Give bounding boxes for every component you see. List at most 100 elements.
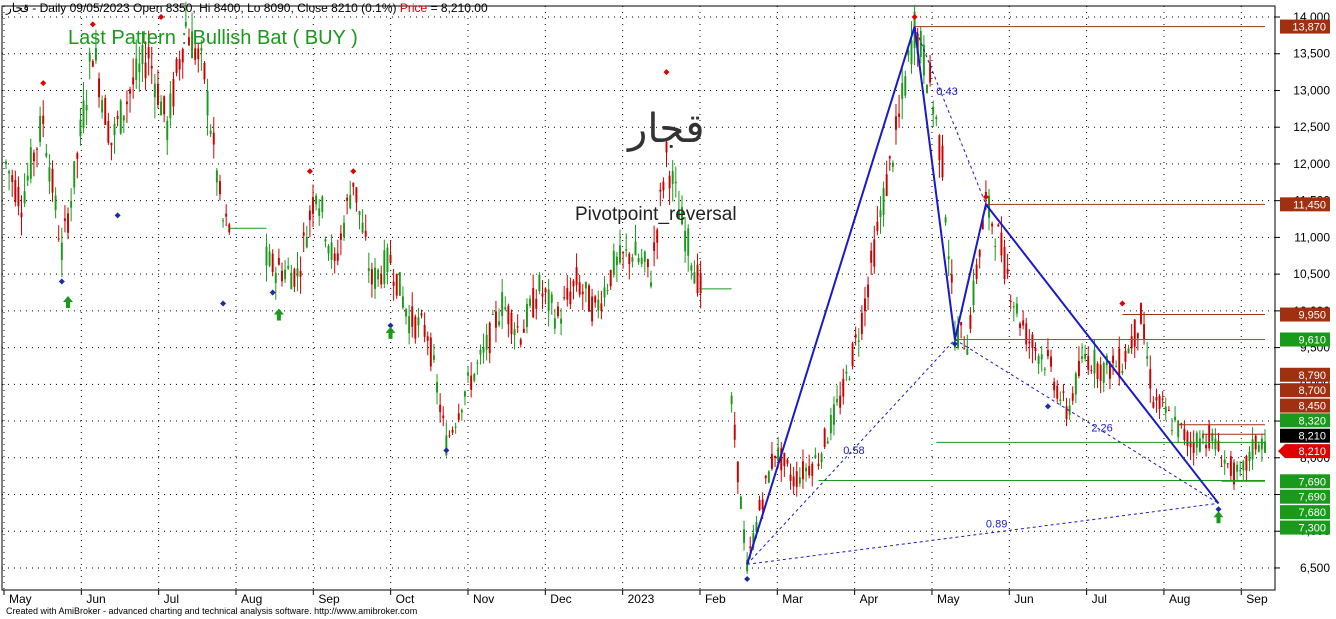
candle-body [172, 79, 175, 107]
candle-body [1223, 459, 1226, 464]
candle-body [498, 321, 501, 326]
candle-body [777, 447, 780, 462]
candle-body [795, 471, 798, 487]
candle-body [398, 272, 401, 296]
candle-body [110, 142, 113, 146]
candle-body [845, 371, 848, 374]
candle-body [1192, 442, 1195, 453]
price-label-text: 7,300 [1298, 523, 1326, 535]
candle-body [581, 291, 584, 295]
candle-body [1174, 416, 1177, 421]
candle-body [622, 252, 625, 254]
candle-body [299, 270, 302, 277]
candle-body [163, 96, 166, 115]
price-label-text: 9,610 [1298, 335, 1326, 347]
candle-body [1260, 438, 1263, 450]
candle-body [420, 313, 423, 316]
candle-body [1115, 366, 1118, 368]
price-label-text: 8,450 [1298, 401, 1326, 413]
candle-body [333, 253, 336, 261]
candle-body [138, 63, 141, 73]
candle-body [312, 197, 314, 214]
candle-body [972, 280, 975, 306]
candle-body [274, 272, 277, 284]
candle-body [690, 265, 693, 271]
candle-body [1118, 348, 1121, 378]
symbol-watermark: قجار [628, 106, 705, 152]
candle-body [1130, 336, 1133, 349]
candle-body [370, 269, 373, 285]
candle-body [1093, 349, 1096, 374]
candle-body [1198, 438, 1201, 452]
candle-body [36, 148, 38, 150]
candle-body [699, 272, 702, 294]
candle-body [758, 500, 761, 511]
candle-body [113, 123, 116, 136]
candle-body [628, 253, 631, 265]
candle-body [361, 222, 364, 233]
stock-chart[interactable]: 6,5007,0007,5008,0008,5009,0009,50010,00… [0, 0, 1336, 619]
candle-body [597, 299, 600, 311]
candle-body [1096, 363, 1099, 379]
candle-body [206, 90, 209, 116]
candle-body [814, 455, 817, 459]
candle-body [504, 307, 507, 310]
candle-body [1025, 323, 1028, 345]
candle-body [1084, 354, 1087, 359]
candle-body [448, 435, 451, 437]
candle-body [302, 232, 305, 236]
candle-body [1226, 463, 1229, 465]
candle-body [901, 83, 904, 99]
candle-body [801, 461, 804, 480]
candle-body [609, 270, 612, 287]
candle-body [281, 270, 283, 282]
candle-body [414, 316, 417, 339]
candle-body [770, 453, 773, 469]
price-label-text: 7,690 [1298, 476, 1326, 488]
candle-body [54, 195, 57, 211]
candle-body [1208, 424, 1211, 449]
candle-body [330, 242, 333, 260]
price-label-text: 8,210 [1298, 446, 1326, 458]
candle-body [290, 272, 293, 290]
candle-body [767, 471, 770, 483]
candle-body [1133, 319, 1136, 347]
candle-body [860, 312, 863, 335]
candle-body [1087, 355, 1090, 370]
candle-body [1248, 451, 1251, 462]
candle-body [1143, 324, 1146, 340]
candle-body [26, 175, 29, 181]
candle-body [194, 48, 197, 60]
candle-body [615, 256, 618, 266]
candle-body [805, 467, 808, 472]
candle-body [63, 218, 66, 221]
candle-body [798, 477, 801, 484]
x-month-label: Sep [1246, 592, 1268, 606]
candle-body [1127, 348, 1130, 354]
candle-body [879, 210, 882, 217]
candle-body [79, 119, 82, 137]
candle-body [491, 313, 494, 315]
candle-body [1081, 356, 1084, 359]
price-label-text: 8,320 [1298, 415, 1326, 427]
candle-body [603, 287, 606, 298]
candle-body [439, 404, 442, 413]
candle-body [215, 170, 218, 183]
price-label-text: 9,950 [1298, 310, 1326, 322]
candle-body [947, 256, 950, 260]
candle-body [817, 463, 820, 467]
candle-body [848, 378, 851, 380]
candle-body [895, 116, 897, 130]
candle-body [935, 117, 938, 120]
x-month-label: Jun [1014, 592, 1033, 606]
candle-body [166, 120, 169, 140]
ohlc-info: - Daily 09/05/2023 Open 8350, Hi 8400, L… [32, 1, 397, 15]
candle-body [529, 298, 532, 306]
chart-canvas[interactable]: 6,5007,0007,5008,0008,5009,0009,50010,00… [0, 0, 1336, 619]
fib-ratio-label: 2.26 [1091, 422, 1112, 434]
candle-body [1009, 300, 1012, 302]
candle-body [966, 348, 969, 355]
candle-body [367, 268, 370, 272]
candle-body [51, 168, 54, 193]
candle-body [82, 100, 85, 128]
